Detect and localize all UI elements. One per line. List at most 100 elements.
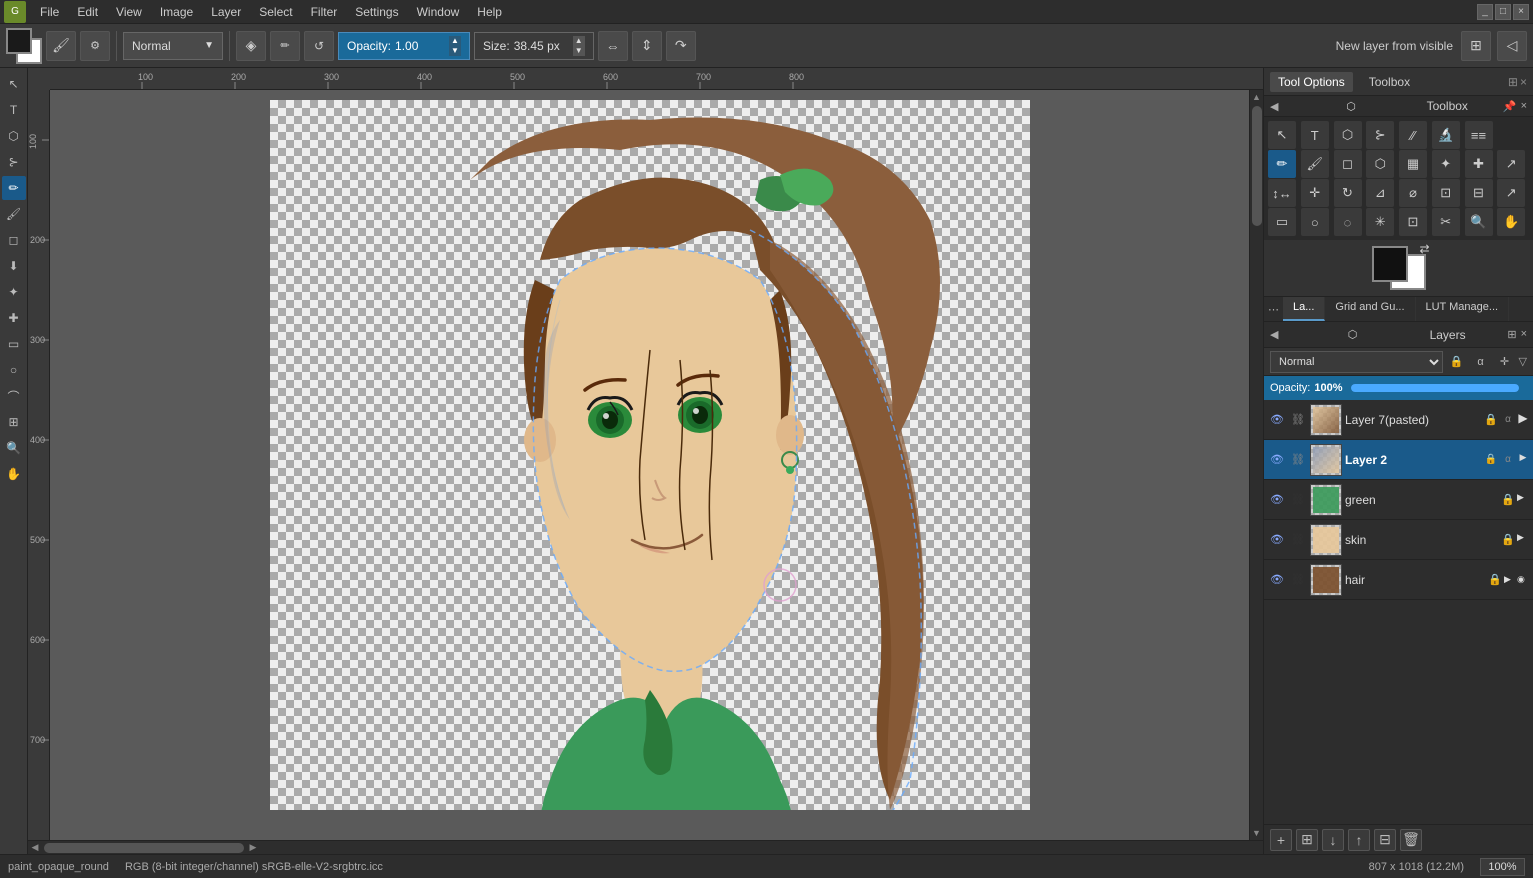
layer-2-alpha[interactable]: α <box>1500 452 1516 468</box>
sub-tab-lut[interactable]: LUT Manage... <box>1416 297 1510 321</box>
opacity-up[interactable]: ▲ <box>449 36 461 46</box>
layer-7-vis-btn[interactable]: 👁 <box>1268 411 1286 429</box>
layer-7-extra-btn[interactable]: ▶ <box>1517 412 1529 424</box>
tool-align-btn[interactable]: ⬡ <box>1334 121 1362 149</box>
tab-tool-options[interactable]: Tool Options <box>1270 72 1353 92</box>
layers-mode-select[interactable]: Normal <box>1270 351 1443 373</box>
menu-view[interactable]: View <box>108 3 150 21</box>
layers-filter-btn[interactable]: ▽ <box>1519 355 1527 368</box>
opacity-slider[interactable] <box>1351 384 1520 392</box>
menu-filter[interactable]: Filter <box>303 3 346 21</box>
tab-toolbox[interactable]: Toolbox <box>1361 72 1418 92</box>
blend-mode-select[interactable]: Normal ▼ <box>123 32 223 60</box>
layer-hair-extra-btn[interactable]: ▶ <box>1504 572 1516 588</box>
tool-path[interactable]: ⊱ <box>2 150 26 174</box>
tool-options-btn[interactable]: ⚙ <box>80 31 110 61</box>
menu-layer[interactable]: Layer <box>203 3 249 21</box>
tool-zoom[interactable]: 🔍 <box>2 436 26 460</box>
hscroll-thumb[interactable] <box>44 843 244 853</box>
tool-ellipse-sel-btn[interactable]: ○ <box>1301 208 1329 236</box>
layer-green-lock[interactable]: 🔒 <box>1500 492 1516 508</box>
canvas-viewport[interactable] <box>50 90 1249 840</box>
scroll-up-btn[interactable]: ▲ <box>1250 90 1264 104</box>
opacity-input[interactable] <box>395 39 445 53</box>
window-minimize[interactable]: _ <box>1477 4 1493 20</box>
zoom-input[interactable] <box>1480 858 1525 876</box>
tool-arrow-btn[interactable]: ↖ <box>1268 121 1296 149</box>
tool-warp-btn[interactable]: ⌀ <box>1399 179 1427 207</box>
fg-color[interactable] <box>6 28 32 54</box>
tool-pan[interactable]: ✋ <box>2 462 26 486</box>
tool-select-ellipse[interactable]: ○ <box>2 358 26 382</box>
delete-layer-btn[interactable]: 🗑 <box>1400 829 1422 851</box>
menu-help[interactable]: Help <box>469 3 510 21</box>
horizontal-scrollbar[interactable]: ◀ ▶ <box>28 840 1263 854</box>
tool-align[interactable]: ⬡ <box>2 124 26 148</box>
tool-transform[interactable]: ⊞ <box>2 410 26 434</box>
tool-rect-sel-btn[interactable]: ▭ <box>1268 208 1296 236</box>
layer-row-green[interactable]: 👁 ⛓ green 🔒 ▶ <box>1264 480 1533 520</box>
lock-pixels-btn[interactable]: 🔒 <box>1447 352 1467 372</box>
tool-free-sel-btn[interactable]: ◌ <box>1334 208 1362 236</box>
tool-arrow[interactable]: ↖ <box>2 72 26 96</box>
window-maximize[interactable]: □ <box>1495 4 1511 20</box>
layer-hair-chain[interactable]: ⛓ <box>1289 571 1307 589</box>
toolbox-expand-icon[interactable]: ◀ <box>1270 100 1342 113</box>
layer-green-vis-btn[interactable]: 👁 <box>1268 491 1286 509</box>
size-spinner[interactable]: ▲ ▼ <box>573 36 585 56</box>
tool-zoom-btn[interactable]: 🔍 <box>1465 208 1493 236</box>
toolbox-close-btn[interactable]: × <box>1521 100 1527 113</box>
vscroll-thumb[interactable] <box>1252 106 1262 226</box>
fg-swatch[interactable] <box>1372 246 1408 282</box>
tool-clone[interactable]: ✦ <box>2 280 26 304</box>
new-layer-foot-btn[interactable]: + <box>1270 829 1292 851</box>
tool-eraser[interactable]: ◻ <box>2 228 26 252</box>
color-selector[interactable] <box>6 28 42 64</box>
layer-hair-lock[interactable]: 🔒 <box>1487 572 1503 588</box>
vertical-scrollbar[interactable]: ▲ ▼ <box>1249 90 1263 840</box>
menu-edit[interactable]: Edit <box>69 3 106 21</box>
collapse-right-btn[interactable]: ◁ <box>1497 31 1527 61</box>
opacity-down[interactable]: ▼ <box>449 46 461 56</box>
tool-3d-btn[interactable]: ↗ <box>1497 179 1525 207</box>
tool-pencil-btn[interactable]: ✏ <box>1268 150 1296 178</box>
tool-color-sel-btn[interactable]: ⊡ <box>1399 208 1427 236</box>
layer-7-alpha[interactable]: α <box>1500 412 1516 428</box>
tool-color-pick-btn[interactable]: 🔬 <box>1432 121 1460 149</box>
layer-hair-extra2-btn[interactable]: ◉ <box>1517 572 1529 588</box>
tool-shear-btn[interactable]: ⊿ <box>1366 179 1394 207</box>
tool-heal-btn[interactable]: ✚ <box>1465 150 1493 178</box>
reset-btn[interactable]: ↺ <box>304 31 334 61</box>
menu-file[interactable]: File <box>32 3 67 21</box>
tool-unified-btn[interactable]: ⊟ <box>1465 179 1493 207</box>
toolbox-pin-btn[interactable]: 📌 <box>1503 100 1517 113</box>
layer-green-chain[interactable]: ⛓ <box>1289 491 1307 509</box>
tool-text[interactable]: T <box>2 98 26 122</box>
scroll-left-btn[interactable]: ◀ <box>28 841 42 855</box>
new-group-btn[interactable]: ⊞ <box>1296 829 1318 851</box>
tool-scale-btn[interactable]: ↕↔ <box>1268 179 1296 207</box>
window-close[interactable]: × <box>1513 4 1529 20</box>
layer-hair-vis-btn[interactable]: 👁 <box>1268 571 1286 589</box>
tool-cage-btn[interactable]: ⊡ <box>1432 179 1460 207</box>
tool-heal[interactable]: ✚ <box>2 306 26 330</box>
new-layer-btn[interactable]: ⊞ <box>1461 31 1491 61</box>
scroll-right-btn[interactable]: ▶ <box>246 841 260 855</box>
layers-expand-icon[interactable]: ◀ <box>1270 328 1344 341</box>
tool-rotate-btn[interactable]: ↻ <box>1334 179 1362 207</box>
layer-row-hair[interactable]: 👁 ⛓ hair 🔒 ▶ ◉ <box>1264 560 1533 600</box>
sub-tabs-dots[interactable]: ⋯ <box>1264 297 1283 321</box>
tool-select-lasso[interactable]: ⌒ <box>2 384 26 408</box>
tool-path-btn[interactable]: ⊱ <box>1366 121 1394 149</box>
flip-v-btn[interactable]: ⇕ <box>632 31 662 61</box>
layers-config-btn[interactable]: ⊞ <box>1507 328 1516 341</box>
tool-paintbrush-btn[interactable]: 🖌 <box>1301 150 1329 178</box>
tool-fill[interactable]: ⬇ <box>2 254 26 278</box>
paint-mode-icon[interactable]: 🖌 <box>46 31 76 61</box>
scroll-down-btn[interactable]: ▼ <box>1250 826 1264 840</box>
layers-close-btn[interactable]: × <box>1521 328 1527 341</box>
paint-dynamics-edit[interactable]: ✏ <box>270 31 300 61</box>
menu-select[interactable]: Select <box>251 3 300 21</box>
layer-row-skin[interactable]: 👁 ⛓ skin 🔒 ▶ <box>1264 520 1533 560</box>
lock-alpha-btn[interactable]: α <box>1471 352 1491 372</box>
